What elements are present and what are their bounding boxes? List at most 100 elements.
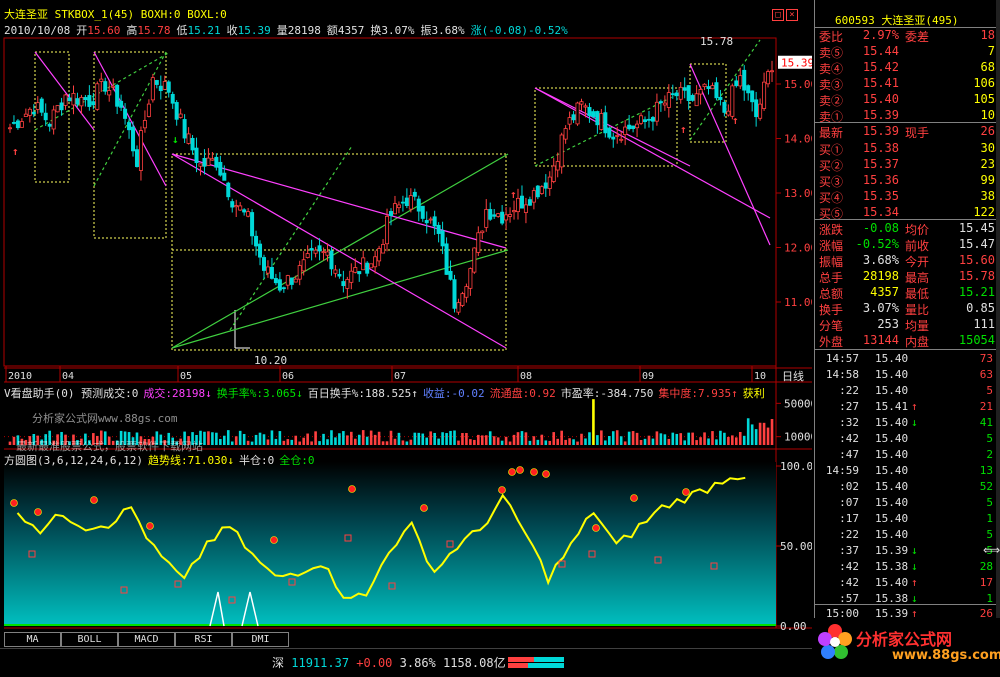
tick-row: :42 15.40 5 xyxy=(819,432,997,447)
tick-direction-icon: ↑ xyxy=(911,400,918,413)
bar-date: 2010/10/08 xyxy=(4,24,71,37)
tab-rsi[interactable]: RSI xyxy=(175,632,232,647)
stock-code: 600593 xyxy=(835,14,875,27)
candle-body xyxy=(404,197,409,207)
tick-price: 15.40 xyxy=(875,496,909,509)
volume-bar xyxy=(548,440,552,445)
tab-ma[interactable]: MA xyxy=(4,632,61,647)
tick-time: 14:58 xyxy=(825,368,859,381)
close-icon[interactable]: × xyxy=(786,9,798,21)
tick-volume: 52 xyxy=(979,480,993,493)
volume-bar xyxy=(469,439,472,445)
volume-bar xyxy=(302,437,305,445)
volume-bar xyxy=(445,433,448,445)
quote-value: 111 xyxy=(973,317,995,331)
candle-body xyxy=(690,95,695,101)
candle-body xyxy=(127,122,132,131)
chart-area[interactable]: 15.00 14.00 13.00 12.00 11.00 15.39 2010 04 05 06… xyxy=(0,0,812,648)
quote-value: 105 xyxy=(973,92,995,106)
tick-price: 15.40 xyxy=(875,528,909,541)
x-tick-label: 10 xyxy=(754,371,766,382)
tick-volume: 5 xyxy=(986,528,993,541)
candle-body xyxy=(83,97,88,101)
volume-bar xyxy=(290,439,294,445)
indicator1-header-item: 获利 xyxy=(742,387,765,400)
candle-body xyxy=(722,102,727,113)
volume-bar xyxy=(361,430,365,445)
tab-dmi[interactable]: DMI xyxy=(232,632,289,647)
indicator1-header-item: 市盈率:-384.750 xyxy=(560,387,654,400)
volume-bar xyxy=(310,441,313,445)
volume-bar xyxy=(413,432,417,445)
panel-scrollbar[interactable] xyxy=(996,0,1000,620)
volume-bar xyxy=(592,399,595,445)
candle-body xyxy=(357,271,362,275)
volume-bar xyxy=(635,432,639,445)
volume-bar xyxy=(651,438,655,445)
quote-value: 38 xyxy=(980,189,995,203)
candle-body xyxy=(639,115,644,124)
volume-bar xyxy=(326,439,329,445)
candle-body xyxy=(666,92,671,108)
volume-bar xyxy=(350,431,353,445)
tick-price: 15.41 xyxy=(875,400,909,413)
volume-bar xyxy=(556,438,559,445)
volume-bar xyxy=(409,439,413,445)
quote-label: 涨跌 xyxy=(819,223,844,237)
quote-label: 总手 xyxy=(819,271,844,285)
volume-bar xyxy=(584,438,587,445)
tick-price: 15.40 xyxy=(875,384,909,397)
volume-bar xyxy=(389,430,393,445)
candle-body xyxy=(329,250,334,270)
candle-body xyxy=(361,257,366,271)
candle-body xyxy=(567,117,572,125)
tick-row: :42 15.38 ↓ 28 xyxy=(819,560,997,575)
quote-label: 卖⑤ xyxy=(819,46,844,60)
quote-label: 外盘 xyxy=(819,335,844,349)
candle-body xyxy=(369,263,374,269)
candle-body xyxy=(543,182,548,189)
volume-bar xyxy=(750,424,754,445)
quote-row: 买③ 15.36 99 xyxy=(819,173,997,189)
market-index-status: 深 11911.37 +0.00 3.86% 1158.08亿 xyxy=(272,654,506,671)
quote-label: 买④ xyxy=(819,191,844,205)
tick-time: :32 xyxy=(839,416,859,429)
volume-bar xyxy=(731,435,734,445)
candle-body xyxy=(75,98,80,105)
candle-body xyxy=(35,102,40,110)
candle-body xyxy=(595,111,600,126)
volume-bar xyxy=(203,431,206,445)
volume-bar xyxy=(357,434,361,445)
peak-marker-icon xyxy=(10,499,18,507)
indicator2-tick-label: 100.00 xyxy=(780,460,812,473)
candle-body xyxy=(238,205,243,211)
volume-bar xyxy=(286,439,290,445)
volume-bar xyxy=(230,441,234,445)
volume-bar xyxy=(715,439,718,445)
volume-bar xyxy=(699,437,702,445)
candle-body xyxy=(277,279,282,291)
quote-value: 4357 xyxy=(870,285,899,299)
tick-row: :32 15.40 ↓ 41 xyxy=(819,416,997,431)
logo-url: www.88gs.com xyxy=(892,648,1000,663)
tick-row: :22 15.40 5 xyxy=(819,528,997,543)
tick-row: :27 15.41 ↑ 21 xyxy=(819,400,997,415)
maximize-icon[interactable]: □ xyxy=(772,9,784,21)
candle-body xyxy=(480,230,485,234)
stock-name: 大连圣亚 xyxy=(881,14,926,27)
candle-body xyxy=(345,279,350,289)
quote-value: 3.68% xyxy=(862,253,899,267)
candle-body xyxy=(706,86,711,89)
volume-bar xyxy=(520,431,524,445)
x-tick-label: 2010 xyxy=(8,371,32,382)
tick-row: :47 15.40 2 xyxy=(819,448,997,463)
change-value: (-0.08)-0.52% xyxy=(481,24,568,37)
volume-bar xyxy=(246,440,250,445)
quote-label: 量比 xyxy=(905,303,930,317)
chart-canvas[interactable]: 15.00 14.00 13.00 12.00 11.00 15.39 2010 04 05 06… xyxy=(0,0,812,648)
tick-price: 15.40 xyxy=(875,448,909,461)
indicator2-header-item: 半仓:0 xyxy=(238,454,275,467)
peak-marker-icon xyxy=(34,508,42,516)
tab-macd[interactable]: MACD xyxy=(118,632,175,647)
tab-boll[interactable]: BOLL xyxy=(61,632,118,647)
